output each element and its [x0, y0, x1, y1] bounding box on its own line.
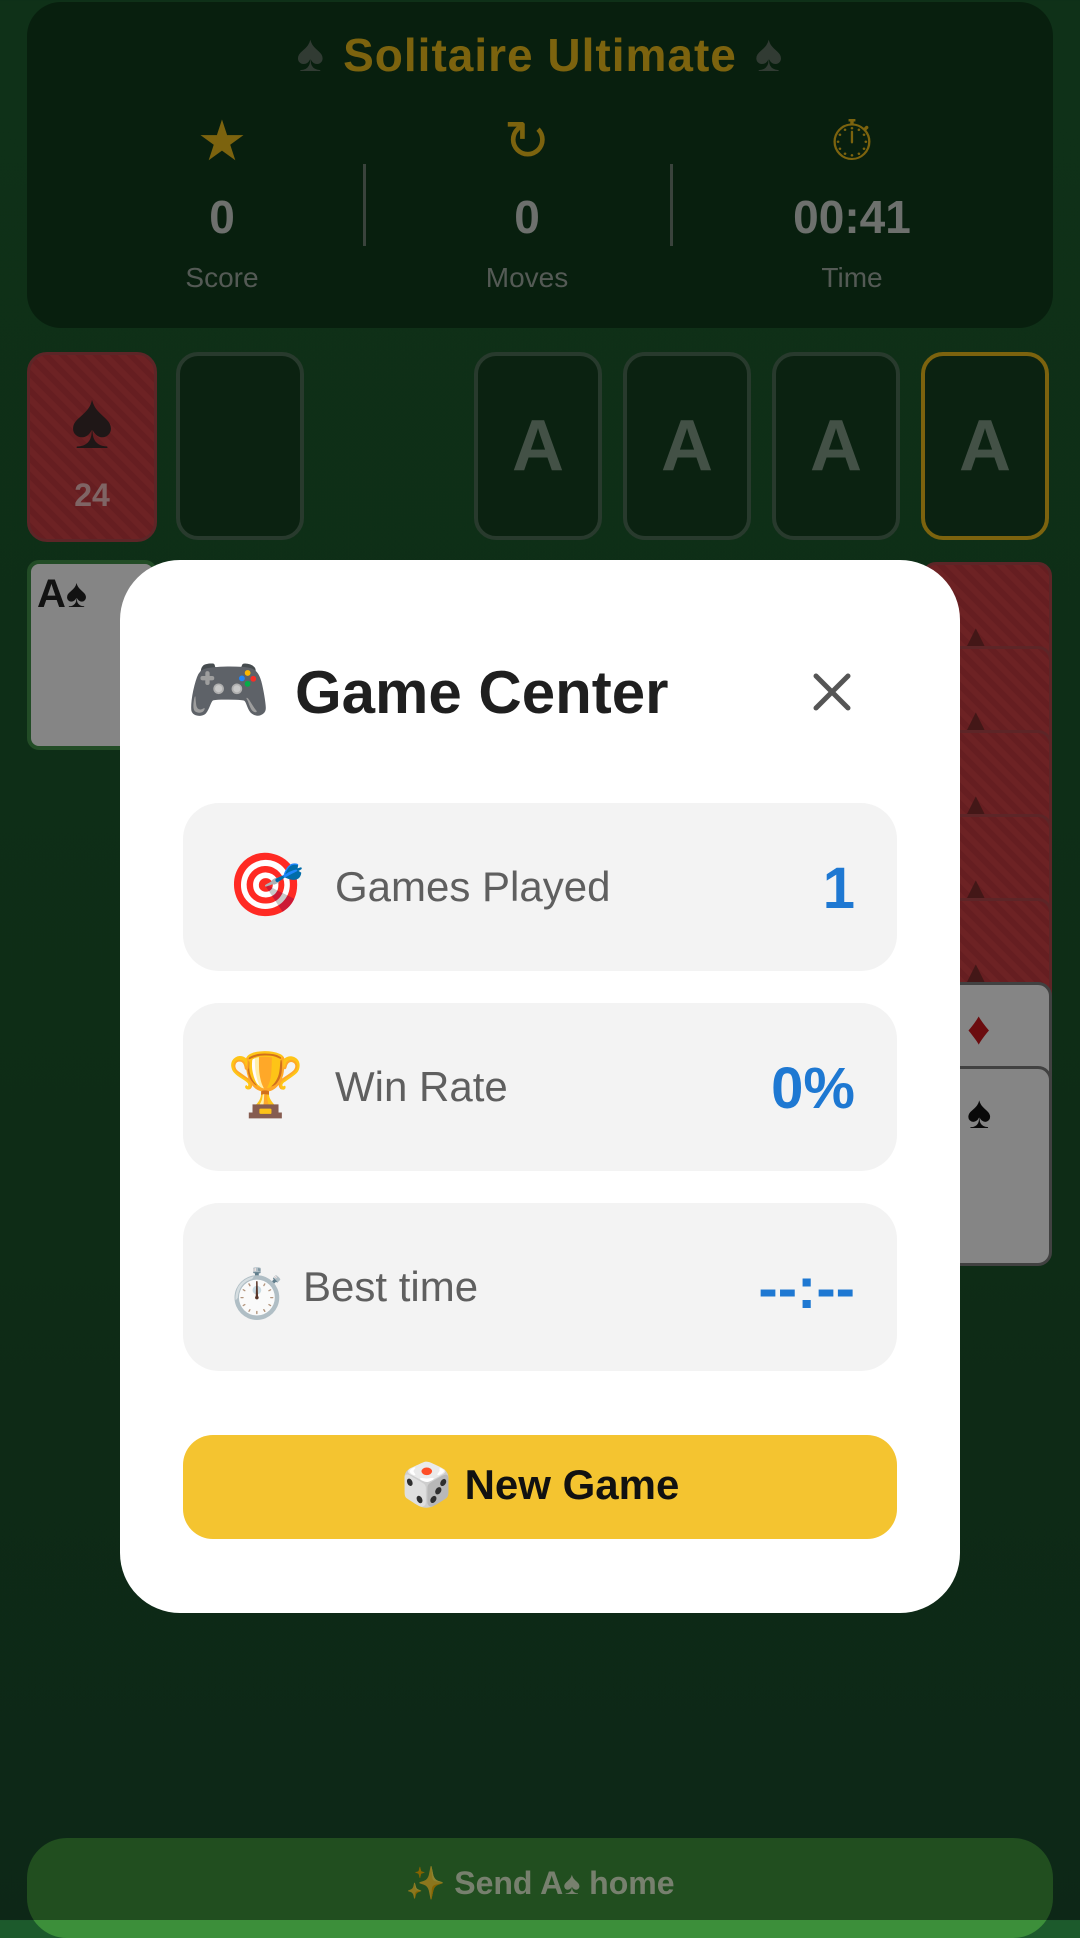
new-game-label: 🎲 New Game [400, 1461, 680, 1508]
games-played-value: 1 [822, 856, 855, 921]
best-time-value: --:-- [758, 1256, 855, 1321]
games-played-label: Games Played [335, 863, 611, 910]
new-game-button[interactable]: 🎲 New Game [183, 1435, 897, 1539]
close-icon [813, 673, 851, 711]
win-rate-row: 🏆 Win Rate 0% [183, 1003, 897, 1171]
best-time-label: Best time [303, 1263, 479, 1310]
stopwatch-icon: ⏱️ [227, 1268, 287, 1321]
trophy-icon: 🏆 [227, 1051, 305, 1120]
dialog-title: Game Center [295, 659, 669, 726]
game-center-dialog: 🎮 Game Center 🎯 Games Played 1 🏆 Win Rat… [120, 560, 960, 1613]
games-played-row: 🎯 Games Played 1 [183, 803, 897, 971]
best-time-row: ⏱️ Best time --:-- [183, 1203, 897, 1371]
win-rate-label: Win Rate [335, 1063, 508, 1110]
win-rate-value: 0% [771, 1056, 855, 1121]
target-icon: 🎯 [227, 851, 305, 920]
close-button[interactable] [800, 660, 864, 724]
gamepad-icon: 🎮 [186, 652, 271, 728]
